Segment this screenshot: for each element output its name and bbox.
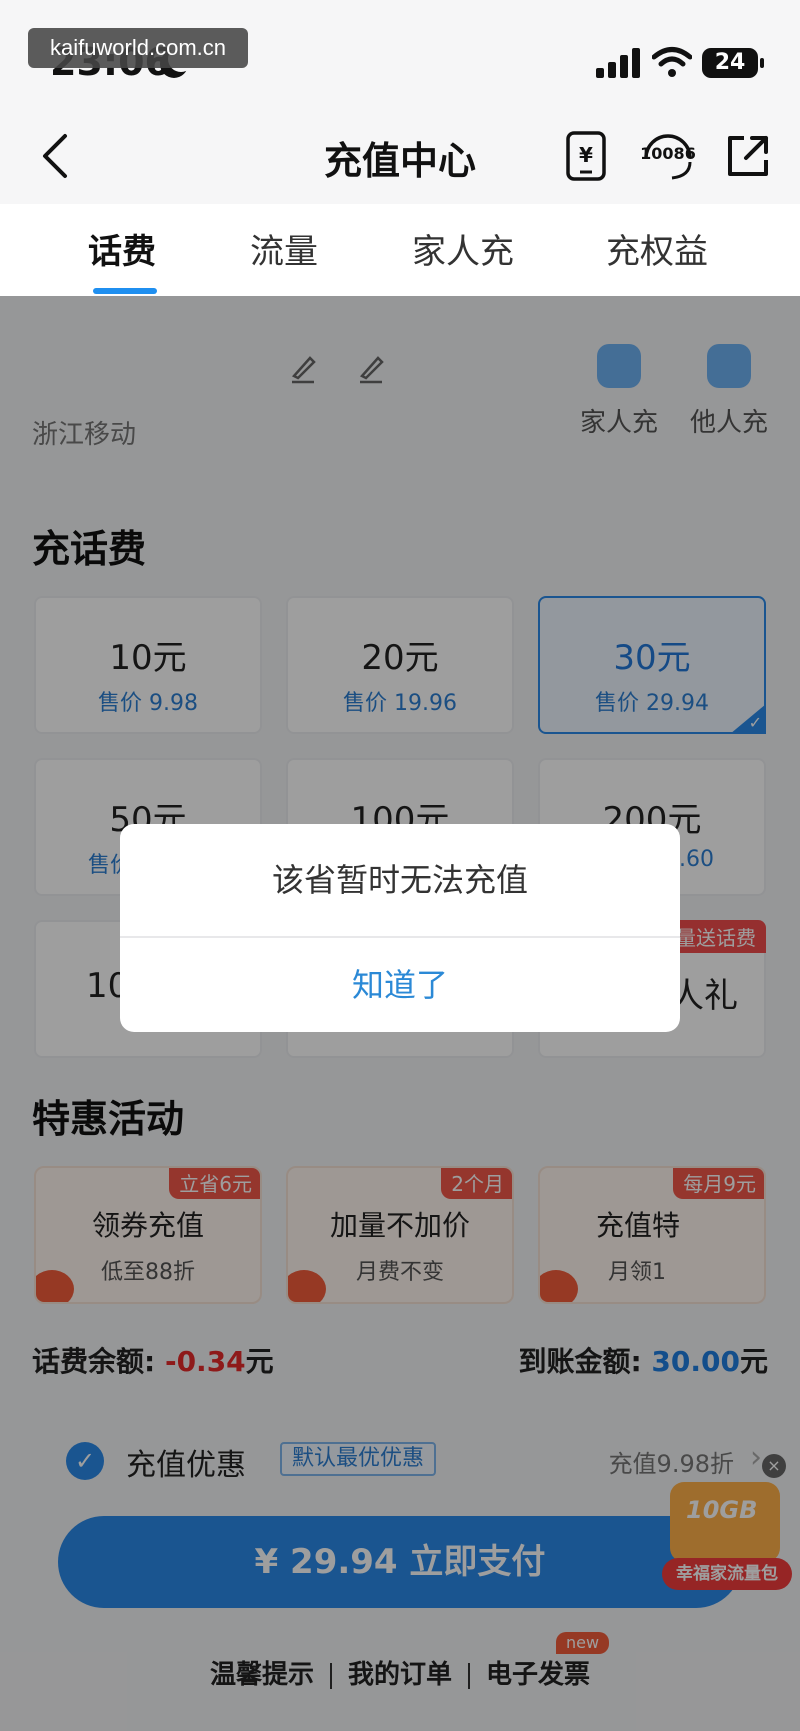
- nav-bar: 充值中心 ¥ 10086: [0, 108, 800, 204]
- tab-phone-bill[interactable]: 话费: [88, 224, 156, 273]
- alert-dialog: 该省暂时无法充值 知道了: [120, 824, 680, 1032]
- tab-family[interactable]: 家人充: [412, 224, 514, 273]
- signal-icon: [596, 48, 640, 78]
- dialog-message: 该省暂时无法充值: [271, 861, 528, 899]
- phone-yuan-icon: ¥: [566, 131, 606, 181]
- tab-data[interactable]: 流量: [250, 224, 318, 273]
- status-bar: 23:06 kaifuworld.com.cn 24: [0, 0, 800, 108]
- share-icon: [728, 136, 768, 176]
- share-button[interactable]: [718, 126, 778, 186]
- battery-icon: 24: [702, 48, 764, 78]
- wifi-icon: [652, 47, 692, 77]
- tab-benefits[interactable]: 充权益: [606, 224, 708, 273]
- service-number: 10086: [640, 144, 696, 163]
- svg-text:¥: ¥: [579, 143, 593, 167]
- customer-service-button[interactable]: 10086: [636, 126, 700, 186]
- tab-bar: 话费 流量 家人充 充权益: [0, 204, 800, 296]
- tab-active-indicator: [93, 288, 157, 294]
- chevron-left-icon: [43, 134, 67, 178]
- bill-button[interactable]: ¥: [556, 126, 616, 186]
- back-button[interactable]: [26, 128, 82, 184]
- watermark: kaifuworld.com.cn: [28, 28, 248, 68]
- dialog-confirm-button[interactable]: 知道了: [120, 938, 680, 1032]
